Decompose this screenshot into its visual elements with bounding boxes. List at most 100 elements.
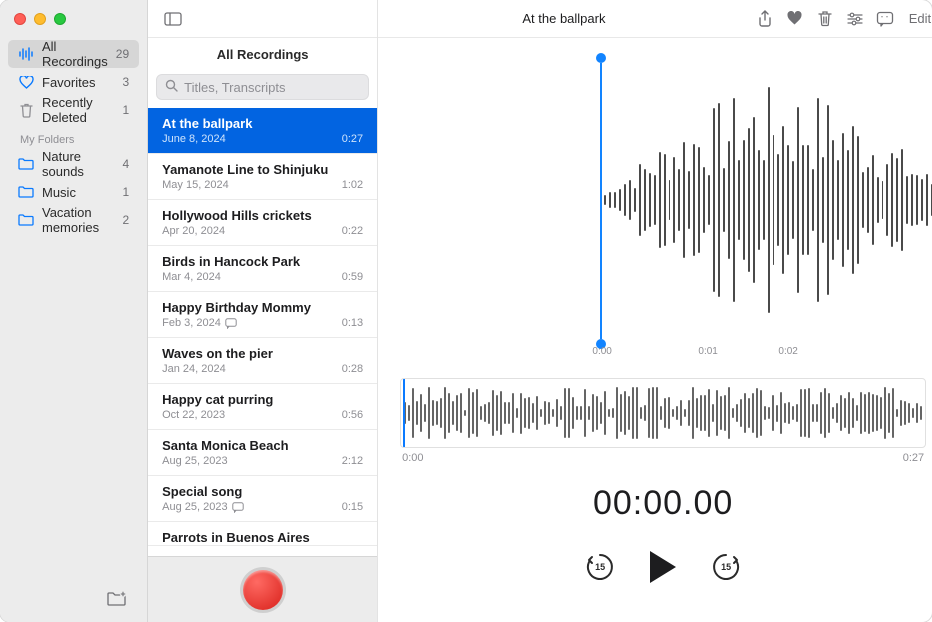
transcript-icon — [225, 318, 237, 329]
recording-date: May 15, 2024 — [162, 179, 229, 191]
recording-date: Oct 22, 2023 — [162, 409, 225, 421]
delete-button[interactable] — [810, 5, 840, 33]
sidebar-item-all-recordings[interactable]: All Recordings 29 — [8, 40, 139, 68]
new-folder-button[interactable] — [107, 591, 127, 612]
recording-title: Happy cat purring — [162, 392, 363, 407]
recordings-title: All Recordings — [148, 38, 377, 70]
recording-duration: 0:56 — [342, 409, 363, 421]
recording-duration: 0:15 — [342, 501, 363, 513]
scrub-track[interactable] — [400, 378, 926, 448]
recording-title: Waves on the pier — [162, 346, 363, 361]
options-button[interactable] — [840, 5, 870, 33]
recording-row[interactable]: Hollywood Hills cricketsApr 20, 20240:22 — [148, 200, 377, 246]
search-field[interactable] — [156, 74, 369, 100]
transcript-button[interactable]: "" — [870, 5, 900, 33]
svg-text:": " — [881, 16, 883, 22]
recording-row[interactable]: Parrots in Buenos Aires — [148, 522, 377, 546]
sidebar-item-label: Favorites — [42, 75, 114, 90]
sidebar-item-label: Vacation memories — [42, 205, 114, 235]
recording-row[interactable]: Special songAug 25, 20230:15 — [148, 476, 377, 522]
scrub-end-time: 0:27 — [903, 452, 924, 464]
folder-icon — [18, 214, 34, 226]
zoom-window-button[interactable] — [54, 13, 66, 25]
recording-duration: 0:59 — [342, 271, 363, 283]
folder-icon — [18, 186, 34, 198]
trim-handle-start[interactable] — [600, 58, 602, 344]
sidebar-item-count: 3 — [122, 75, 129, 89]
sidebar-section-my-folders: My Folders — [8, 124, 139, 150]
sidebar: All Recordings 29 Favorites 3 Recently D… — [0, 0, 148, 622]
recording-row[interactable]: Happy Birthday Mommy Feb 3, 2024 0:13 — [148, 292, 377, 338]
record-button[interactable] — [243, 570, 283, 610]
sidebar-item-recently-deleted[interactable]: Recently Deleted 1 — [8, 96, 139, 124]
sidebar-item-label: All Recordings — [42, 39, 108, 69]
scrub-start-time: 0:00 — [402, 452, 423, 464]
playhead[interactable] — [403, 379, 405, 447]
app-window: All Recordings 29 Favorites 3 Recently D… — [0, 0, 932, 622]
sidebar-folder-vacation-memories[interactable]: Vacation memories 2 — [8, 206, 139, 234]
toggle-sidebar-button[interactable] — [158, 5, 188, 33]
search-icon — [165, 79, 178, 95]
recording-row[interactable]: Yamanote Line to Shinjuku May 15, 2024 1:0… — [148, 154, 377, 200]
sidebar-item-count: 1 — [122, 103, 129, 117]
recording-row[interactable]: Waves on the pierJan 24, 20240:28 — [148, 338, 377, 384]
sidebar-item-favorites[interactable]: Favorites 3 — [8, 68, 139, 96]
minimize-window-button[interactable] — [34, 13, 46, 25]
sidebar-item-count: 1 — [122, 185, 129, 199]
recording-row[interactable]: Birds in Hancock Park Mar 4, 2024 0:59 — [148, 246, 377, 292]
recording-duration: 1:02 — [342, 179, 363, 191]
recording-row[interactable]: Happy cat purring Oct 22, 2023 0:56 — [148, 384, 377, 430]
skip-forward-button[interactable]: 15 — [708, 549, 744, 585]
recording-row[interactable]: Santa Monica BeachAug 25, 20232:12 — [148, 430, 377, 476]
playback-controls: 15 15 — [378, 549, 932, 585]
search-input[interactable] — [184, 80, 360, 95]
recording-title: Birds in Hancock Park — [162, 254, 363, 269]
recording-title: At the ballpark — [378, 11, 750, 26]
sidebar-footer — [0, 580, 147, 622]
waveform-icon — [18, 47, 34, 61]
sidebar-item-count: 2 — [122, 213, 129, 227]
edit-button[interactable]: Edit — [900, 7, 932, 30]
toolbar-right: At the ballpark "" Edit — [378, 0, 932, 38]
sidebar-item-count: 29 — [116, 47, 129, 61]
waveform-canvas — [604, 66, 932, 334]
recording-date: Mar 4, 2024 — [162, 271, 221, 283]
waveform-zoom-view[interactable]: 0:00 0:01 0:02 — [378, 38, 932, 358]
record-footer — [148, 556, 377, 622]
close-window-button[interactable] — [14, 13, 26, 25]
recording-title: At the ballpark — [162, 116, 363, 131]
sidebar-folder-music[interactable]: Music 1 — [8, 178, 139, 206]
play-button[interactable] — [650, 551, 676, 583]
transcript-icon — [232, 502, 244, 513]
skip-seconds-label: 15 — [721, 562, 731, 572]
recording-title: Happy Birthday Mommy — [162, 300, 363, 315]
favorite-button[interactable] — [780, 5, 810, 33]
recordings-column: All Recordings At the ballparkJune 8, 20… — [148, 0, 378, 622]
skip-back-button[interactable]: 15 — [582, 549, 618, 585]
recording-title: Hollywood Hills crickets — [162, 208, 363, 223]
toolbar-left — [148, 0, 377, 38]
recording-duration: 0:27 — [342, 133, 363, 145]
recording-title: Yamanote Line to Shinjuku — [162, 162, 363, 177]
recordings-list[interactable]: At the ballparkJune 8, 20240:27Yamanote … — [148, 108, 377, 556]
scrub-area: 0:00 0:27 — [378, 358, 932, 464]
ruler-tick: 0:02 — [778, 346, 797, 357]
ruler-tick: 0:01 — [698, 346, 717, 357]
ruler-tick: 0:00 — [592, 346, 611, 357]
sidebar-item-label: Recently Deleted — [42, 95, 114, 125]
sidebar-item-label: Music — [42, 185, 114, 200]
recording-title: Parrots in Buenos Aires — [162, 530, 363, 545]
sidebar-folder-nature-sounds[interactable]: Nature sounds 4 — [8, 150, 139, 178]
share-button[interactable] — [750, 5, 780, 33]
recording-duration: 2:12 — [342, 455, 363, 467]
folder-icon — [18, 158, 34, 170]
recording-duration: 0:22 — [342, 225, 363, 237]
recording-date: Aug 25, 2023 — [162, 455, 227, 467]
time-ruler: 0:00 0:01 0:02 — [378, 346, 932, 358]
recording-duration: 0:28 — [342, 363, 363, 375]
recording-date: Feb 3, 2024 — [162, 317, 237, 329]
recording-row[interactable]: At the ballparkJune 8, 20240:27 — [148, 108, 377, 154]
recording-duration: 0:13 — [342, 317, 363, 329]
recording-date: Aug 25, 2023 — [162, 501, 243, 513]
detail-pane: At the ballpark "" Edit 0:00 0:01 0:02 — [378, 0, 932, 622]
